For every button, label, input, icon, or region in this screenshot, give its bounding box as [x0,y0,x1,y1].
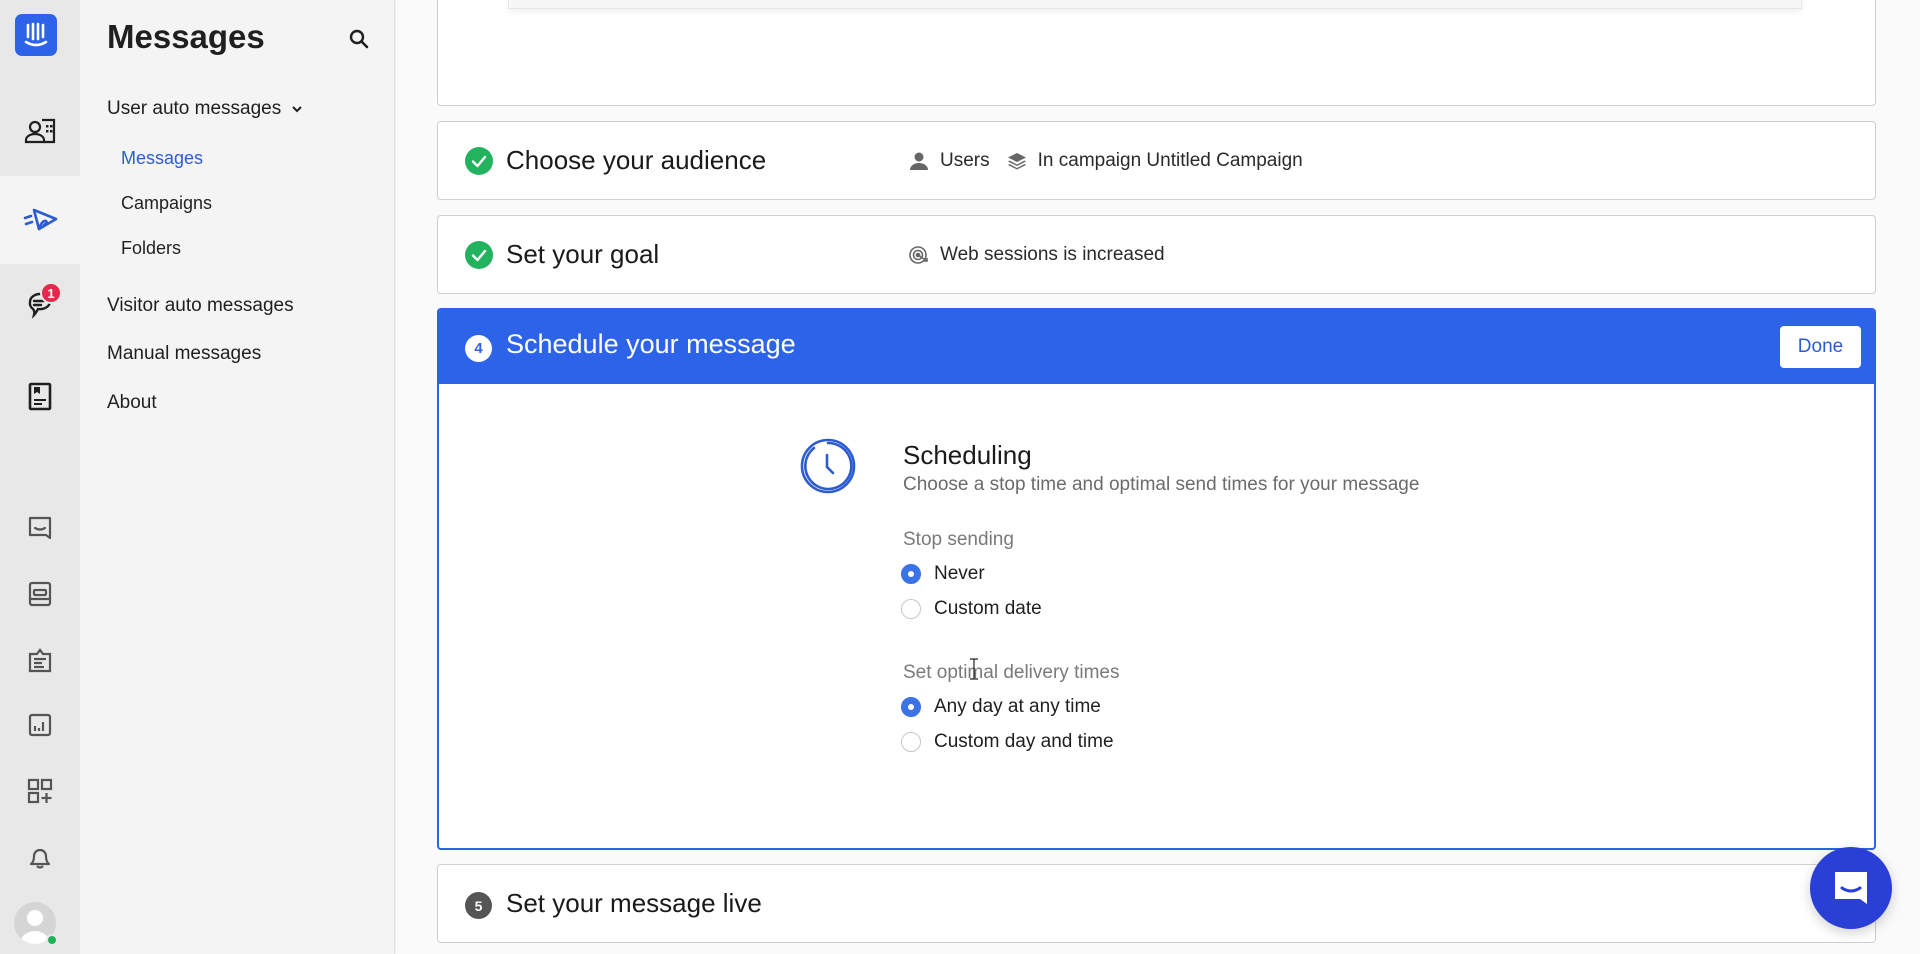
rail-item-app-store[interactable] [0,766,80,816]
rail-item-reports[interactable] [0,700,80,750]
clock-icon [800,438,856,494]
nav-item-folders[interactable]: Folders [121,238,181,259]
goal-summary: Web sessions is increased [908,244,1165,266]
section-title: Scheduling [903,440,1032,470]
messages-sidebar: Messages User auto messages Messages Cam… [80,0,395,954]
step-title: Schedule your message [506,329,796,359]
audience-type: Users [940,149,990,171]
messenger-launcher[interactable] [1810,847,1892,929]
rail-item-inbox[interactable] [0,264,80,352]
outbound-send-icon [23,208,58,231]
radio-button[interactable] [901,564,921,584]
layers-icon [1007,152,1026,169]
contacts-icon [24,118,56,144]
clipboard-icon [28,648,52,673]
nav-group-label: User auto messages [107,98,282,119]
messenger-icon [28,516,52,540]
radio-button[interactable] [901,732,921,752]
step-choose-audience[interactable]: Choose your audience Users In campaign U… [437,121,1876,200]
step-set-live[interactable]: 5 Set your message live [437,864,1876,943]
rail-item-outbound[interactable] [0,176,80,264]
content-preview [508,0,1802,9]
intercom-logo[interactable] [15,14,57,56]
nav-visitor-auto-messages[interactable]: Visitor auto messages [107,295,294,317]
app: 1 Messages User auto messages Messages C… [0,0,1920,954]
sidebar-title: Messages [107,18,265,55]
rail-item-tickets[interactable] [0,635,80,685]
online-status-dot [46,934,58,946]
user-icon [910,152,928,170]
done-button[interactable]: Done [1780,326,1861,368]
chevron-down-icon [292,106,302,113]
nav-item-messages[interactable]: Messages [121,148,203,169]
stop-sending-label: Stop sending [903,529,1014,550]
rail-item-articles[interactable] [0,352,80,440]
goal-text: Web sessions is increased [940,243,1165,265]
rail-item-notifications[interactable] [0,832,80,882]
operator-icon [28,581,52,607]
nav-user-auto-messages[interactable]: User auto messages [107,98,303,120]
check-circle-icon [465,240,493,269]
radio-custom-date[interactable]: Custom date [901,598,1042,620]
radio-button[interactable] [901,599,921,619]
radio-never[interactable]: Never [901,563,985,585]
notification-badge: 1 [40,282,62,304]
step-number-badge: 4 [465,335,492,362]
logo-icon [24,22,48,47]
icon-rail: 1 [0,0,80,954]
radio-label: Custom date [934,598,1042,619]
campaign-name: In campaign Untitled Campaign [1037,149,1303,171]
rail-item-messenger[interactable] [0,503,80,553]
step-title: Set your message live [506,888,762,918]
radio-button[interactable] [901,697,921,717]
nav-about[interactable]: About [107,392,157,414]
delivery-times-label: Set optimal delivery times [903,662,1120,683]
step-title: Choose your audience [506,145,767,175]
audience-summary: Users In campaign Untitled Campaign [908,150,1303,172]
radio-label: Custom day and time [934,731,1114,752]
step-schedule-message: 4 Schedule your message Done Scheduling … [437,308,1876,850]
apps-add-icon [27,778,53,804]
nav-item-campaigns[interactable]: Campaigns [121,193,212,214]
section-subtitle: Choose a stop time and optimal send time… [903,474,1420,495]
nav-manual-messages[interactable]: Manual messages [107,343,261,365]
step-number-badge: 5 [465,892,492,919]
rail-item-operator[interactable] [0,569,80,619]
step-header: 4 Schedule your message Done [439,310,1874,384]
radio-label: Any day at any time [934,696,1101,717]
text-cursor-icon [970,658,978,680]
rail-item-contacts[interactable] [0,88,80,176]
chat-icon [1835,872,1867,904]
step-set-goal[interactable]: Set your goal Web sessions is increased [437,215,1876,294]
radio-any-day-any-time[interactable]: Any day at any time [901,696,1101,718]
check-circle-icon [465,146,493,175]
target-icon [909,245,928,264]
bell-icon [29,848,51,869]
message-editor: Choose your audience Users In campaign U… [396,0,1920,954]
radio-label: Never [934,563,985,584]
articles-icon [28,382,52,411]
previous-step-card [437,0,1876,106]
step-title: Set your goal [506,239,660,269]
search-icon[interactable] [348,28,370,50]
radio-custom-day-time[interactable]: Custom day and time [901,731,1114,753]
reports-icon [28,713,52,737]
